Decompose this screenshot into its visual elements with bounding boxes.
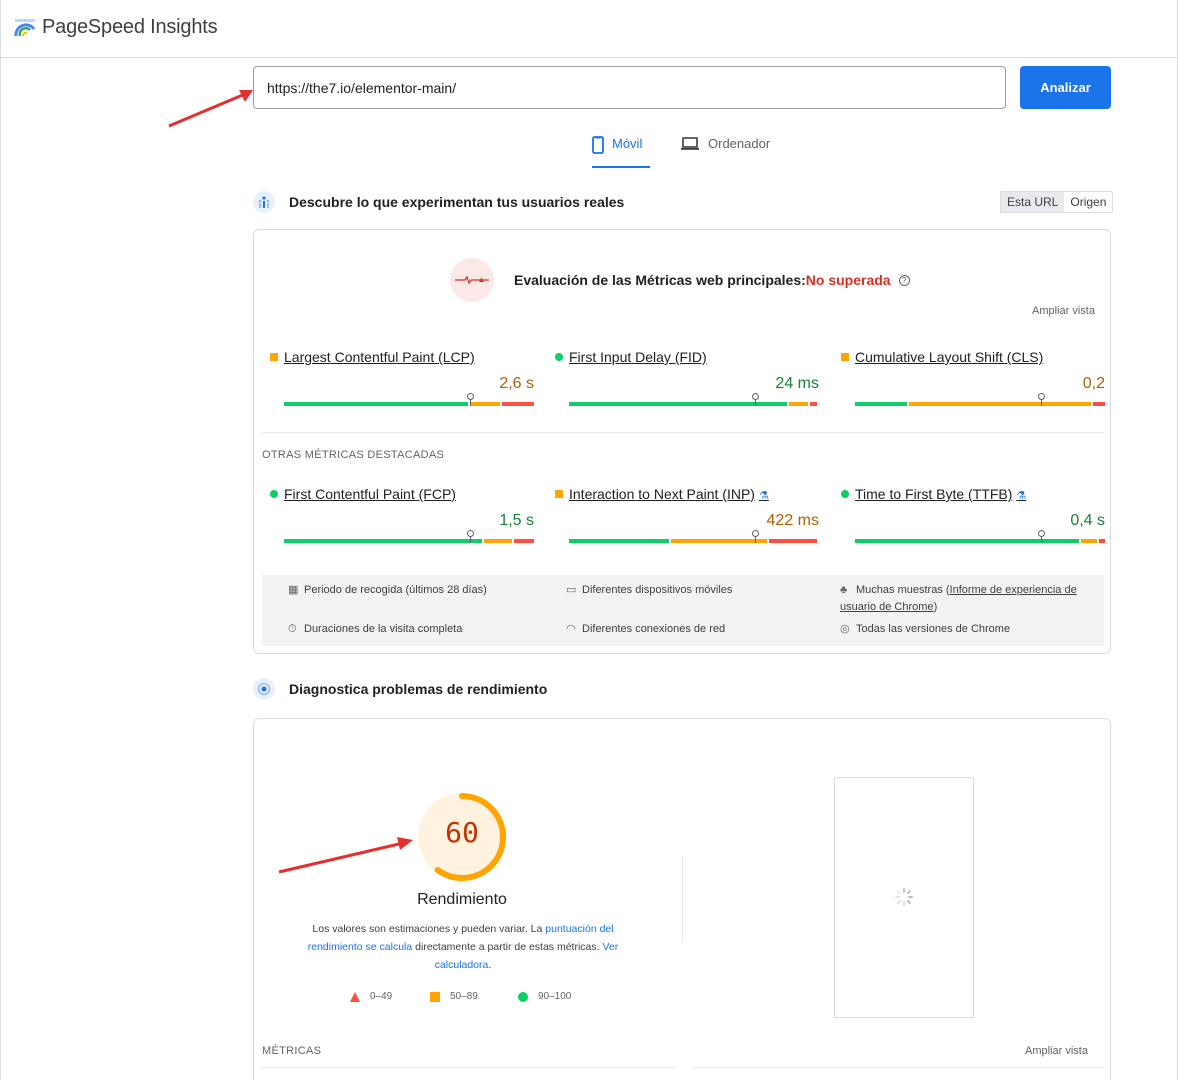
tab-desktop-label: Ordenador (708, 136, 771, 151)
toggle-this-url[interactable]: Esta URL (1001, 192, 1065, 212)
help-icon[interactable]: ? (898, 274, 910, 286)
flask-icon: ⚗ (758, 490, 769, 502)
tab-mobile-label: Móvil (612, 136, 643, 151)
metric-value: 422 ms (766, 512, 819, 529)
good-circle-icon (518, 991, 528, 1002)
performance-label: Rendimiento (417, 891, 507, 908)
percentile-marker (752, 530, 759, 543)
smartphone-icon (592, 136, 604, 154)
toggle-origin[interactable]: Origen (1064, 192, 1112, 212)
users-chart-icon (253, 191, 275, 213)
diagnostics-icon (253, 678, 275, 700)
metric-name[interactable]: First Input Delay (FID) (569, 349, 707, 365)
other-metrics-heading: OTRAS MÉTRICAS DESTACADAS (262, 449, 445, 461)
lab-data-title: Diagnostica problemas de rendimiento (289, 681, 548, 697)
pagespeed-logo-icon[interactable] (13, 17, 37, 39)
metric-value: 24 ms (775, 375, 819, 392)
expand-view-link[interactable]: Ampliar vista (1025, 1045, 1088, 1057)
info-durations: ⏱ Duraciones de la visita completa (288, 621, 462, 638)
good-indicator-icon (270, 490, 278, 498)
divider (694, 1067, 1104, 1068)
legend-average: 50–89 (430, 991, 478, 1002)
lab-data-card: 60 Rendimiento Los valores son estimacio… (253, 718, 1111, 1080)
percentile-marker (1038, 393, 1045, 406)
tab-desktop[interactable]: Ordenador (680, 130, 780, 168)
poor-triangle-icon (350, 991, 360, 1002)
analyze-button[interactable]: Analizar (1020, 66, 1111, 109)
metric-name[interactable]: Time to First Byte (TTFB) ⚗ (855, 486, 1026, 502)
good-indicator-icon (555, 353, 563, 361)
wifi-icon: ◠ (566, 623, 576, 635)
distribution-bar (284, 393, 534, 406)
divider (262, 1067, 676, 1068)
legend-poor: 0–49 (350, 991, 392, 1002)
average-indicator-icon (270, 353, 278, 361)
core-web-vitals-assessment: Evaluación de las Métricas web principal… (450, 258, 910, 302)
divider (262, 432, 1104, 433)
vitals-fail-icon (450, 258, 494, 302)
devices-icon: ▭ (566, 584, 577, 596)
field-data-title: Descubre lo que experimentan tus usuario… (289, 194, 625, 210)
loading-spinner-icon (895, 888, 913, 906)
metric-name-text[interactable]: Time to First Byte (TTFB) (855, 486, 1012, 502)
metric-name[interactable]: First Contentful Paint (FCP) (284, 486, 456, 502)
screenshot-preview (834, 777, 974, 1018)
metrics-heading: MÉTRICAS (262, 1045, 322, 1057)
chrome-icon: ◎ (840, 623, 850, 635)
annotation-arrow-icon (168, 90, 253, 128)
app-title[interactable]: PageSpeed Insights (42, 16, 218, 39)
distribution-bar (855, 530, 1105, 543)
metric-value: 0,4 s (1070, 512, 1105, 529)
distribution-bar (855, 393, 1105, 406)
lab-data-heading: Diagnostica problemas de rendimiento (253, 678, 547, 700)
assessment-label: Evaluación de las Métricas web principal… (514, 272, 806, 288)
info-period: ▦ Periodo de recogida (últimos 28 días) (288, 582, 487, 599)
flask-icon: ⚗ (1016, 490, 1027, 502)
average-indicator-icon (555, 490, 563, 498)
metric-name[interactable]: Interaction to Next Paint (INP) ⚗ (569, 486, 769, 502)
legend-good: 90–100 (518, 991, 571, 1002)
average-square-icon (430, 991, 440, 1002)
info-samples: ♣ Muchas muestras (Informe de experiencia… (840, 584, 1077, 613)
distribution-bar (569, 393, 819, 406)
people-icon: ♣ (840, 584, 848, 596)
divider (682, 855, 683, 941)
metric-value: 1,5 s (499, 512, 534, 529)
score-disclaimer: Los valores son estimaciones y pueden va… (307, 923, 619, 971)
average-indicator-icon (841, 353, 849, 361)
percentile-marker (467, 393, 474, 406)
performance-score: 60 (445, 816, 479, 849)
percentile-marker (467, 530, 474, 543)
metric-value: 2,6 s (499, 375, 534, 392)
field-data-card: Evaluación de las Métricas web principal… (253, 229, 1111, 654)
tab-mobile[interactable]: Móvil (592, 130, 650, 168)
calendar-icon: ▦ (288, 584, 299, 596)
data-info-box: ▦ Periodo de recogida (últimos 28 días) ▭… (262, 575, 1104, 646)
info-versions: ◎ Todas las versiones de Chrome (840, 621, 1010, 638)
expand-view-link[interactable]: Ampliar vista (1032, 305, 1095, 317)
percentile-marker (752, 393, 759, 406)
metric-name[interactable]: Largest Contentful Paint (LCP) (284, 349, 475, 365)
laptop-icon (681, 137, 699, 150)
stopwatch-icon: ⏱ (288, 623, 297, 635)
distribution-bar (284, 530, 534, 543)
field-data-heading: Descubre lo que experimentan tus usuario… (253, 191, 624, 213)
metric-name[interactable]: Cumulative Layout Shift (CLS) (855, 349, 1043, 365)
top-bar: PageSpeed Insights (1, 0, 1178, 58)
assessment-status: No superada (805, 272, 891, 288)
annotation-arrow-icon (278, 837, 413, 874)
good-indicator-icon (841, 490, 849, 498)
url-origin-toggle: Esta URL Origen (1000, 191, 1114, 213)
metric-value: 0,2 (1082, 375, 1105, 392)
distribution-bar (569, 530, 819, 543)
percentile-marker (1038, 530, 1045, 543)
info-devices: ▭ Diferentes dispositivos móviles (566, 582, 732, 599)
url-input[interactable] (253, 66, 1006, 109)
metric-name-text[interactable]: Interaction to Next Paint (INP) (569, 486, 755, 502)
info-connections: ◠ Diferentes conexiones de red (566, 621, 725, 638)
